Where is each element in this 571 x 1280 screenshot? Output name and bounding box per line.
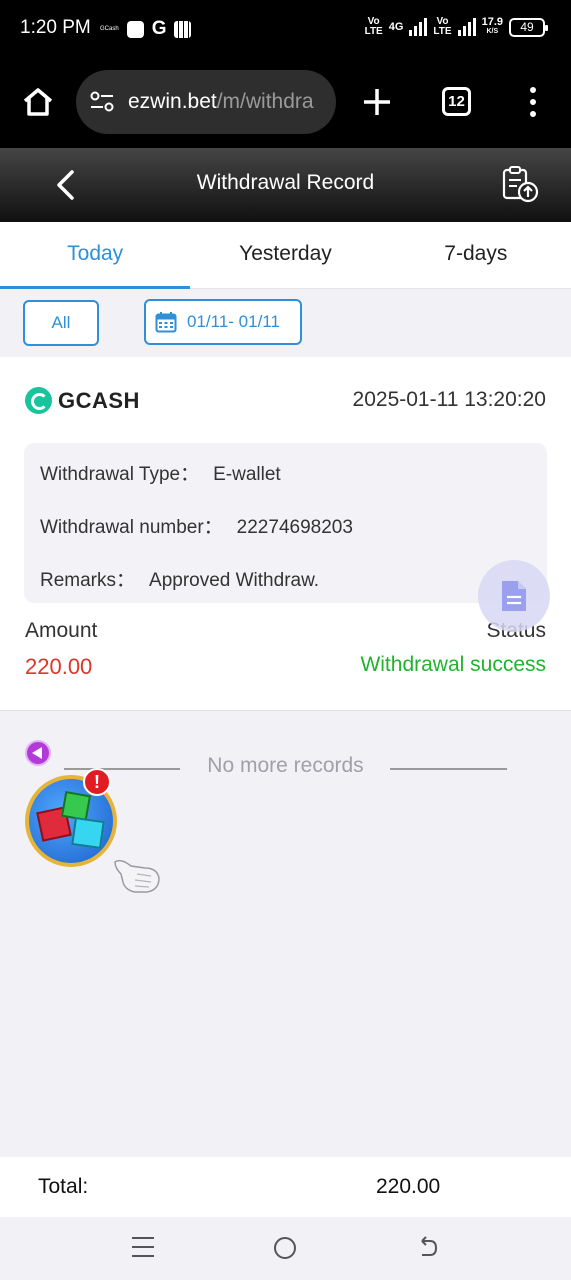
network-type: 4G <box>388 21 404 33</box>
battery-icon: 49 <box>509 17 548 37</box>
system-back-icon[interactable] <box>416 1236 440 1260</box>
url-text[interactable]: ezwin.bet/m/withdra <box>128 90 326 114</box>
network-speed: 17.9 K/S <box>481 16 503 36</box>
withdrawal-type-label: Withdrawal Type： <box>40 464 200 485</box>
clock: 1:20 PM <box>20 17 91 38</box>
page-header: Withdrawal Record <box>0 148 571 222</box>
document-icon <box>502 581 526 611</box>
record-datetime: 2025-01-11 13:20:20 <box>352 388 546 411</box>
filter-row: All 01/11- 01/11 <box>0 289 571 357</box>
cyan-cube <box>71 817 105 849</box>
date-tabs: Today Yesterday 7-days <box>0 222 571 289</box>
remarks-row: Remarks： Approved Withdraw. <box>40 565 319 592</box>
tab-switcher-button[interactable]: 12 <box>442 87 471 116</box>
amount-label: Amount <box>25 619 98 642</box>
home-circle-icon[interactable] <box>274 1237 296 1259</box>
system-indicators: Vo LTE 4G Vo LTE 17.9 K/S 49 <box>364 16 548 37</box>
status-value: Withdrawal success <box>360 653 546 676</box>
amount-value: 220.00 <box>25 654 93 679</box>
volte-icon-2: Vo LTE <box>433 16 452 37</box>
withdrawal-number-value: 22274698203 <box>236 517 353 538</box>
tab-yesterday[interactable]: Yesterday <box>190 222 380 288</box>
site-settings-icon[interactable] <box>90 91 114 113</box>
status-bar: 1:20 PM GCash G Vo LTE 4G Vo LTE 17.9 K/S 4… <box>0 0 571 58</box>
signal-icon-2 <box>457 18 476 36</box>
payment-brand: GCASH <box>25 387 140 414</box>
system-navigation-bar <box>0 1217 571 1280</box>
google-icon: G <box>151 18 167 39</box>
app-notification-icon <box>126 20 144 38</box>
gcash-notification-icon: GCash <box>100 26 119 32</box>
divider-right <box>390 768 507 770</box>
new-tab-icon[interactable] <box>362 87 392 117</box>
address-bar[interactable]: ezwin.bet/m/withdra <box>76 70 336 134</box>
withdrawal-type-value: E-wallet <box>213 464 281 485</box>
withdrawal-number-label: Withdrawal number： <box>40 517 223 538</box>
alert-badge: ! <box>83 768 111 796</box>
home-icon[interactable] <box>22 86 54 118</box>
more-options-icon[interactable] <box>526 87 540 117</box>
record-details: Withdrawal Type： E-wallet Withdrawal numb… <box>24 443 547 603</box>
recent-apps-icon[interactable] <box>132 1237 154 1257</box>
total-label: Total: <box>38 1175 89 1198</box>
browser-toolbar: ezwin.bet/m/withdra 12 <box>0 58 571 148</box>
total-bar: Total: 220.00 <box>0 1157 571 1217</box>
signal-icon <box>409 18 428 36</box>
clipboard-upload-icon[interactable] <box>500 164 540 204</box>
page-title: Withdrawal Record <box>196 171 375 194</box>
volte-icon: Vo LTE <box>364 16 383 37</box>
notification-icons: GCash G <box>100 18 192 40</box>
collapse-widget-icon[interactable] <box>25 740 51 766</box>
total-value: 220.00 <box>376 1175 441 1198</box>
filter-all-button[interactable]: All <box>23 300 99 346</box>
brand-name: GCASH <box>58 387 140 413</box>
tab-today[interactable]: Today <box>0 222 191 289</box>
withdrawal-record-card[interactable]: GCASH 2025-01-11 13:20:20 Withdrawal Typ… <box>0 357 571 711</box>
gcash-logo-icon <box>25 387 52 414</box>
remarks-value: Approved Withdraw. <box>149 570 320 591</box>
calendar-icon <box>155 312 177 333</box>
tab-7-days[interactable]: 7-days <box>381 222 571 288</box>
date-range-text: 01/11- 01/11 <box>187 312 280 331</box>
date-range-picker[interactable]: 01/11- 01/11 <box>144 299 302 345</box>
floating-document-button[interactable] <box>478 560 550 632</box>
withdrawal-type-row: Withdrawal Type： E-wallet <box>40 459 281 486</box>
withdrawal-number-row: Withdrawal number： 22274698203 <box>40 512 353 539</box>
pointing-hand-icon <box>114 859 160 893</box>
remarks-label: Remarks： <box>40 570 136 591</box>
gallery-notification-icon <box>174 20 192 38</box>
